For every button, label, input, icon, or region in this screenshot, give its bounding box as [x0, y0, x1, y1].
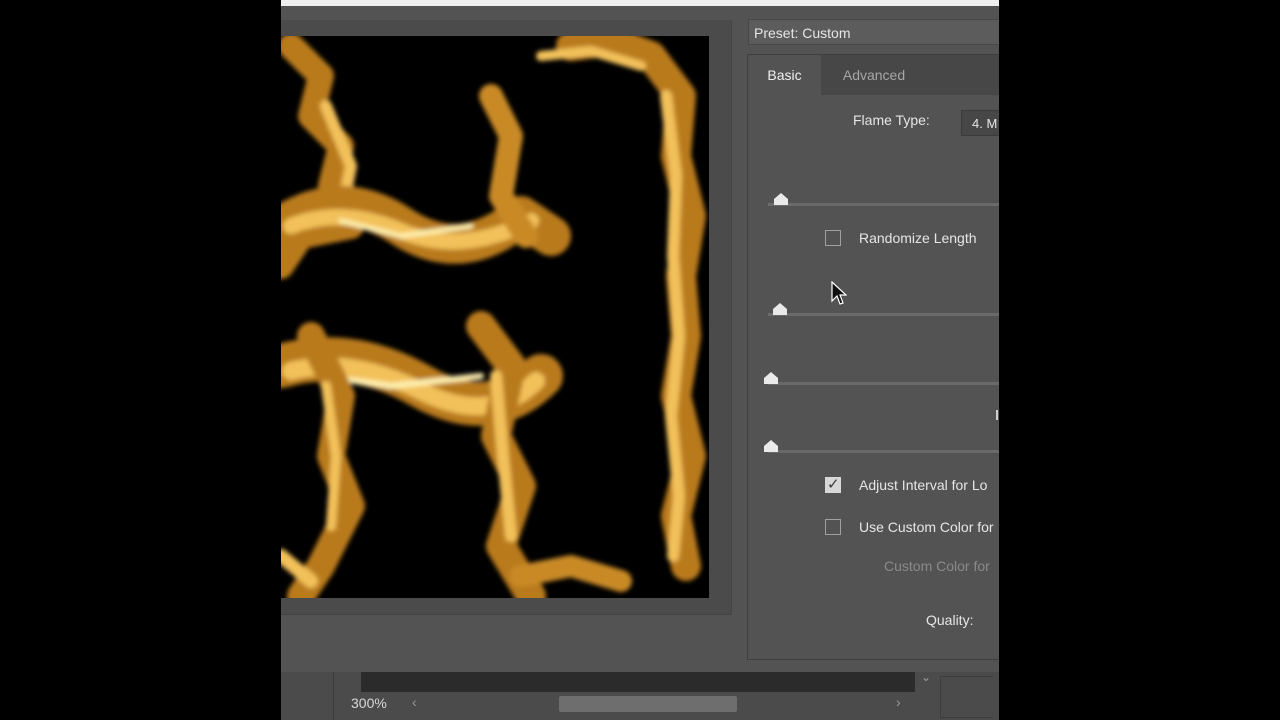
scroll-left-icon[interactable]: ‹	[412, 694, 417, 710]
zoom-level[interactable]: 300%	[351, 695, 387, 711]
slider-track	[768, 313, 999, 316]
slider-track	[768, 450, 999, 453]
bottom-button-area	[940, 676, 993, 718]
flame-type-label: Flame Type:	[853, 112, 930, 128]
zoom-bar-divider	[333, 672, 334, 720]
use-custom-color-checkbox[interactable]	[825, 519, 841, 535]
title-strip	[281, 0, 999, 6]
scroll-right-icon[interactable]: ›	[896, 694, 901, 710]
quality-label: Quality:	[926, 612, 974, 628]
adjust-interval-checkbox[interactable]	[825, 475, 841, 493]
chevron-down-icon[interactable]: ⌄	[921, 670, 931, 684]
slider-track	[768, 203, 999, 206]
tick-mark	[996, 410, 998, 420]
use-custom-color-label: Use Custom Color for	[859, 519, 994, 535]
mouse-cursor-icon	[831, 281, 847, 305]
randomize-length-label: Randomize Length	[859, 230, 977, 246]
tab-bar: Basic Advanced	[748, 55, 999, 95]
adjust-interval-label: Adjust Interval for Lo	[859, 477, 988, 493]
slider-track	[768, 382, 999, 385]
horizontal-scrollbar-thumb[interactable]	[559, 696, 737, 712]
preview-canvas[interactable]	[281, 36, 709, 598]
zoom-bar-track	[361, 672, 915, 692]
flame-type-select[interactable]: 4. M	[961, 110, 999, 136]
settings-panel: Basic Advanced Flame Type: 4. M Randomiz…	[747, 54, 999, 660]
tab-advanced[interactable]: Advanced	[821, 55, 927, 95]
randomize-length-checkbox[interactable]	[825, 230, 841, 246]
flame-preview-image	[281, 36, 706, 598]
tab-basic[interactable]: Basic	[748, 55, 821, 95]
custom-color-label: Custom Color for	[884, 558, 990, 574]
preset-select[interactable]: Preset: Custom	[748, 19, 999, 45]
filter-dialog: 300% ‹ › ⌄ Preset: Custom Basic Advanced…	[281, 0, 999, 720]
